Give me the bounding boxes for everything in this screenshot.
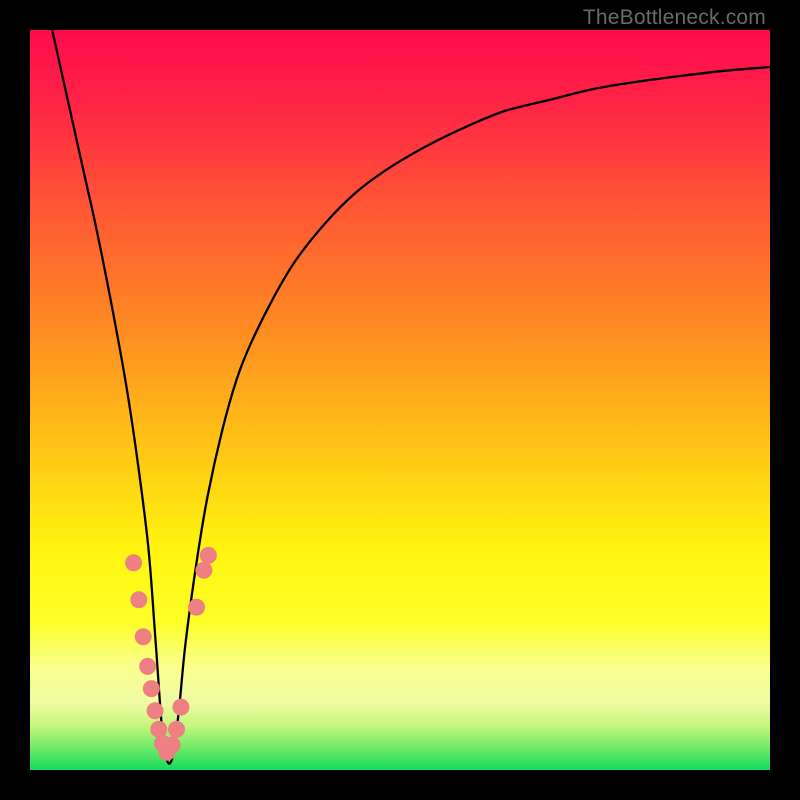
marker-point bbox=[147, 702, 164, 719]
marker-point bbox=[168, 721, 185, 738]
bottleneck-curve bbox=[52, 30, 770, 764]
highlighted-points bbox=[125, 547, 217, 761]
marker-point bbox=[125, 554, 142, 571]
marker-point bbox=[139, 658, 156, 675]
curve-layer bbox=[30, 30, 770, 770]
plot-area bbox=[30, 30, 770, 770]
marker-point bbox=[143, 680, 160, 697]
chart-frame: TheBottleneck.com bbox=[0, 0, 800, 800]
watermark-text: TheBottleneck.com bbox=[583, 6, 766, 30]
marker-point bbox=[200, 547, 217, 564]
marker-point bbox=[172, 699, 189, 716]
marker-point bbox=[195, 562, 212, 579]
marker-point bbox=[164, 736, 181, 753]
marker-point bbox=[130, 591, 147, 608]
marker-point bbox=[188, 599, 205, 616]
marker-point bbox=[135, 628, 152, 645]
